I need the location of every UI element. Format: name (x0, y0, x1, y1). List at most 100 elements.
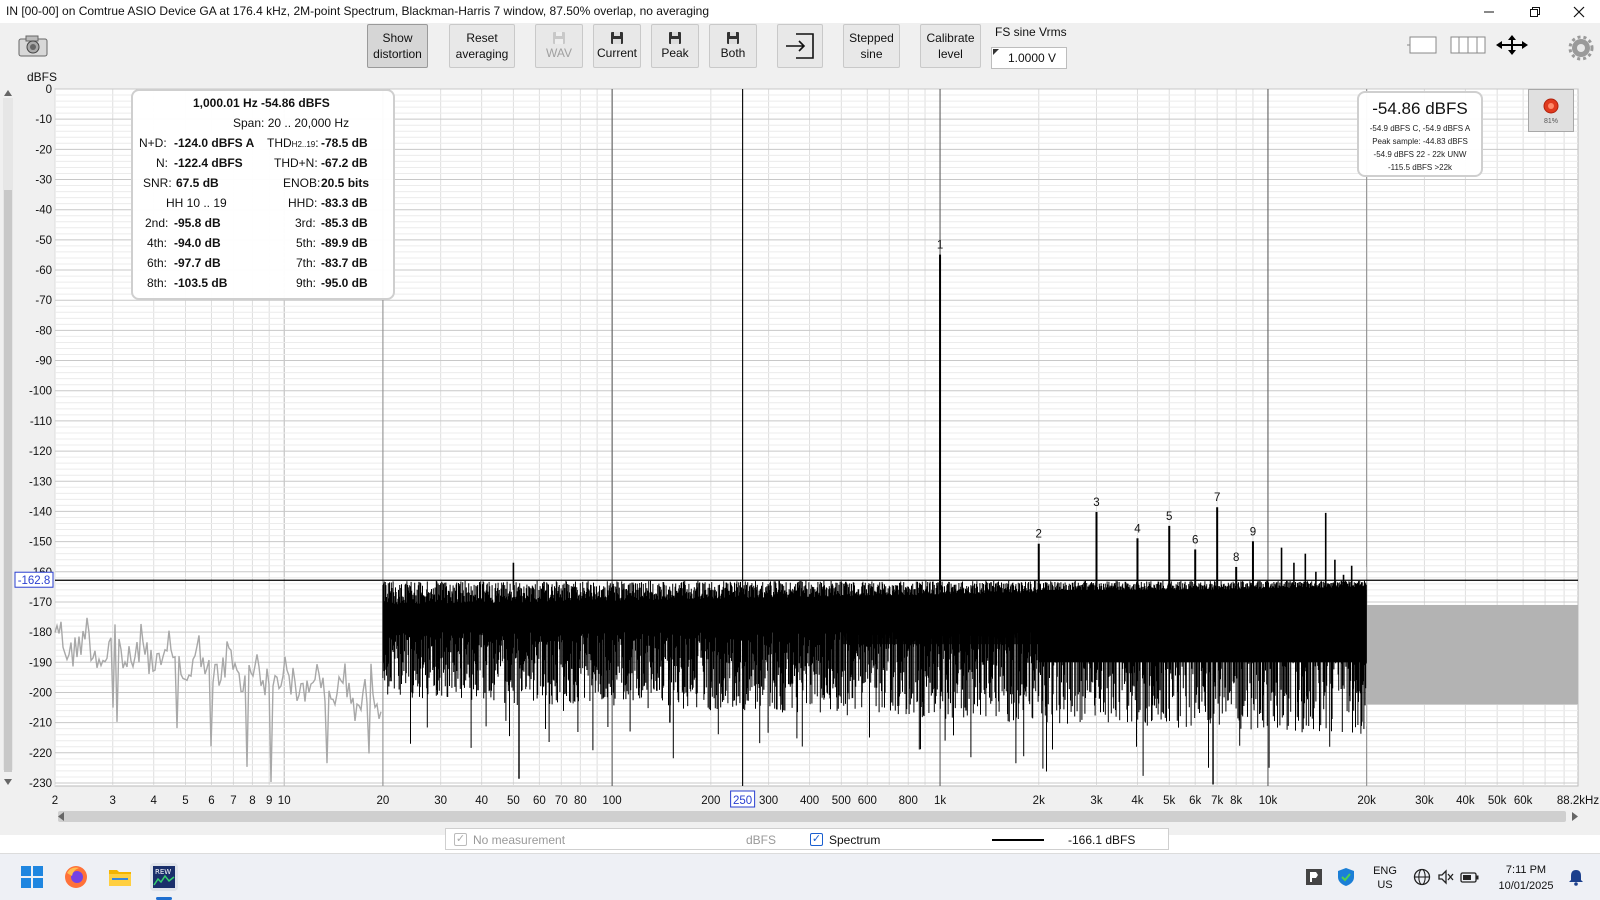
x-tick-label: 5k (1163, 795, 1175, 807)
no-measurement-checkbox[interactable]: ✓ (454, 833, 467, 846)
peak-sample-readout: Peak sample: -44.83 dBFS (1372, 137, 1468, 146)
y-tick-label: -210 (29, 718, 52, 730)
scroll-up-arrow-icon[interactable] (4, 90, 12, 96)
x-tick-label: 10k (1259, 795, 1278, 807)
x-tick-label: 3 (110, 795, 116, 807)
x-tick-label: 6k (1189, 795, 1201, 807)
y-tick-label: -170 (29, 597, 52, 609)
bell-icon (1569, 870, 1583, 886)
security-tray-button[interactable] (1332, 863, 1360, 891)
record-button[interactable]: 81% (1528, 89, 1574, 132)
thd-value: -78.5 dB (321, 136, 368, 150)
thd-label-sub: H2..19 (291, 140, 316, 149)
level-meter-panel: -54.86 dBFS -54.9 dBFS C, -54.9 dBFS A P… (1357, 91, 1483, 177)
x-tick-label: 2k (1033, 795, 1045, 807)
scroll-right-arrow-icon[interactable] (1572, 812, 1578, 821)
file-explorer-taskbar-button[interactable] (106, 863, 134, 891)
globe-icon (1413, 868, 1431, 886)
language-indicator[interactable]: ENG US (1370, 864, 1400, 892)
level-weighted-readout: -54.9 dBFS C, -54.9 dBFS A (1369, 124, 1471, 133)
spectrum-checkbox[interactable]: ✓ (810, 833, 823, 846)
y-axis-label: dBFS (27, 70, 57, 84)
legend-bar: ✓ No measurement dBFS ✓ Spectrum -166.1 … (445, 828, 1169, 850)
firefox-taskbar-button[interactable] (62, 863, 90, 891)
clock-date: 10/01/2025 (1498, 880, 1554, 892)
x-tick-label: 4 (151, 795, 158, 807)
enob-value: 20.5 bits (321, 176, 370, 190)
h8-label: 8th: (147, 276, 168, 290)
thd-label: THDH2..19: (267, 136, 319, 150)
language-code: ENG (1373, 865, 1397, 877)
x-tick-label: 5 (182, 795, 188, 807)
harmonic-peak-label-5: 5 (1166, 511, 1172, 523)
x-tick-label: 800 (899, 795, 918, 807)
y-cursor-readout: -162.8 (18, 575, 51, 587)
n-value: -122.4 dBFS (174, 156, 243, 170)
distortion-stats-panel: 1,000.01 Hz -54.86 dBFS Span: 20 .. 20,0… (131, 89, 395, 300)
folder-icon (109, 870, 131, 886)
tray-app-button[interactable] (1300, 863, 1328, 891)
record-icon (1543, 98, 1559, 114)
hh-range-label: HH 10 .. 19 (166, 196, 227, 210)
vertical-scrollbar-thumb[interactable] (4, 190, 12, 772)
scroll-down-arrow-icon[interactable] (4, 779, 12, 785)
rew-taskbar-button[interactable]: REW (150, 863, 178, 891)
y-tick-label: -110 (30, 416, 52, 428)
level-main-readout: -54.86 dBFS (1372, 99, 1468, 118)
harmonic-peak-label-3: 3 (1093, 497, 1099, 509)
battery-tray-button[interactable] (1456, 863, 1484, 891)
harmonic-peak-label-2: 2 (1036, 529, 1042, 541)
x-tick-label: 4k (1131, 795, 1143, 807)
shield-icon (1338, 868, 1354, 886)
x-tick-label: 300 (759, 795, 778, 807)
spectrum-cursor-value: -166.1 dBFS (1068, 833, 1136, 847)
x-tick-label: 7 (230, 795, 236, 807)
tray-app-icon (1306, 869, 1322, 885)
clock[interactable]: 7:11 PM 10/01/2025 (1490, 862, 1562, 894)
y-tick-label: -40 (35, 205, 52, 217)
y-tick-label: -180 (29, 627, 52, 639)
x-tick-label: 60 (533, 795, 546, 807)
h5-value: -89.9 dB (321, 236, 368, 250)
hhd-value: -83.3 dB (321, 196, 368, 210)
h9-value: -95.0 dB (321, 276, 368, 290)
harmonic-peak-label-1: 1 (937, 240, 943, 252)
x-tick-label: 400 (800, 795, 819, 807)
y-tick-label: -230 (29, 778, 52, 790)
x-tick-label: 60k (1514, 795, 1533, 807)
x-tick-label: 9 (266, 795, 272, 807)
start-button[interactable] (18, 863, 46, 891)
x-tick-label: 40 (475, 795, 488, 807)
y-tick-label: -30 (35, 175, 52, 187)
y-tick-label: -200 (29, 687, 52, 699)
harmonic-peak-label-4: 4 (1134, 523, 1141, 535)
y-tick-label: -60 (35, 265, 52, 277)
no-measurement-label: No measurement (473, 833, 566, 847)
y-tick-label: -120 (29, 446, 52, 458)
h3-value: -85.3 dB (321, 216, 368, 230)
battery-icon (1460, 872, 1479, 883)
y-tick-label: -220 (29, 748, 52, 760)
x-tick-label: 50 (507, 795, 520, 807)
x-tick-label: 8k (1230, 795, 1242, 807)
x-tick-label: 40k (1456, 795, 1475, 807)
h7-label: 7th: (296, 256, 317, 270)
thdn-label: THD+N: (274, 156, 318, 170)
y-tick-label: -130 (29, 476, 52, 488)
h3-label: 3rd: (295, 216, 316, 230)
units-label: dBFS (746, 833, 777, 847)
y-tick-label: -150 (29, 537, 52, 549)
h4-value: -94.0 dB (174, 236, 221, 250)
thdn-value: -67.2 dB (321, 156, 368, 170)
harmonic-peak-label-8: 8 (1233, 552, 1239, 564)
y-tick-label: -80 (35, 325, 52, 337)
horizontal-scrollbar-thumb[interactable] (58, 811, 1566, 822)
spectrum-line-swatch (992, 839, 1044, 841)
x-tick-label: 2 (52, 795, 58, 807)
x-tick-label: 3k (1090, 795, 1102, 807)
x-tick-label: 30 (434, 795, 447, 807)
x-tick-label: 88.2kHz (1557, 795, 1599, 807)
h9-label: 9th: (296, 276, 317, 290)
notifications-button[interactable] (1562, 863, 1590, 891)
y-tick-label: -50 (35, 235, 52, 247)
